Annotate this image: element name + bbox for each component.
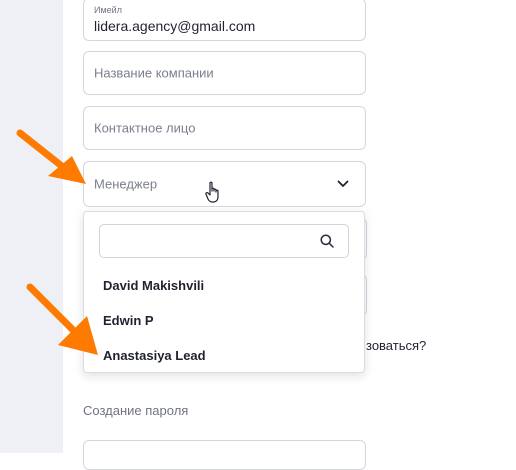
dropdown-option[interactable]: Anastasiya Lead [103, 348, 206, 363]
arrow-pointer-icon [16, 129, 86, 184]
email-value: lidera.agency@gmail.com [94, 18, 256, 34]
manager-placeholder: Менеджер [94, 176, 158, 192]
dropdown-search-input[interactable] [108, 231, 312, 253]
manager-select[interactable]: Менеджер [83, 161, 366, 207]
company-name-field[interactable]: Название компании [83, 51, 366, 95]
dropdown-option[interactable]: David Makishvili [103, 278, 204, 293]
dropdown-option[interactable]: Edwin P [103, 313, 154, 328]
password-section-label: Создание пароля [83, 403, 189, 418]
company-name-placeholder: Название компании [94, 65, 214, 81]
chevron-down-icon[interactable] [337, 180, 349, 188]
partial-question-text: зоваться? [366, 338, 427, 353]
email-label: Имейл [94, 5, 122, 15]
left-sidebar-background [0, 0, 63, 453]
dropdown-search[interactable] [99, 224, 349, 258]
search-icon [320, 234, 334, 248]
manager-dropdown: David Makishvili Edwin P Anastasiya Lead [83, 211, 365, 373]
hand-cursor-icon [205, 181, 219, 203]
arrow-pointer-icon [26, 283, 98, 355]
email-field[interactable]: Имейл lidera.agency@gmail.com [83, 0, 366, 41]
contact-person-field[interactable]: Контактное лицо [83, 106, 366, 150]
password-field[interactable] [83, 440, 366, 470]
contact-person-placeholder: Контактное лицо [94, 120, 196, 136]
